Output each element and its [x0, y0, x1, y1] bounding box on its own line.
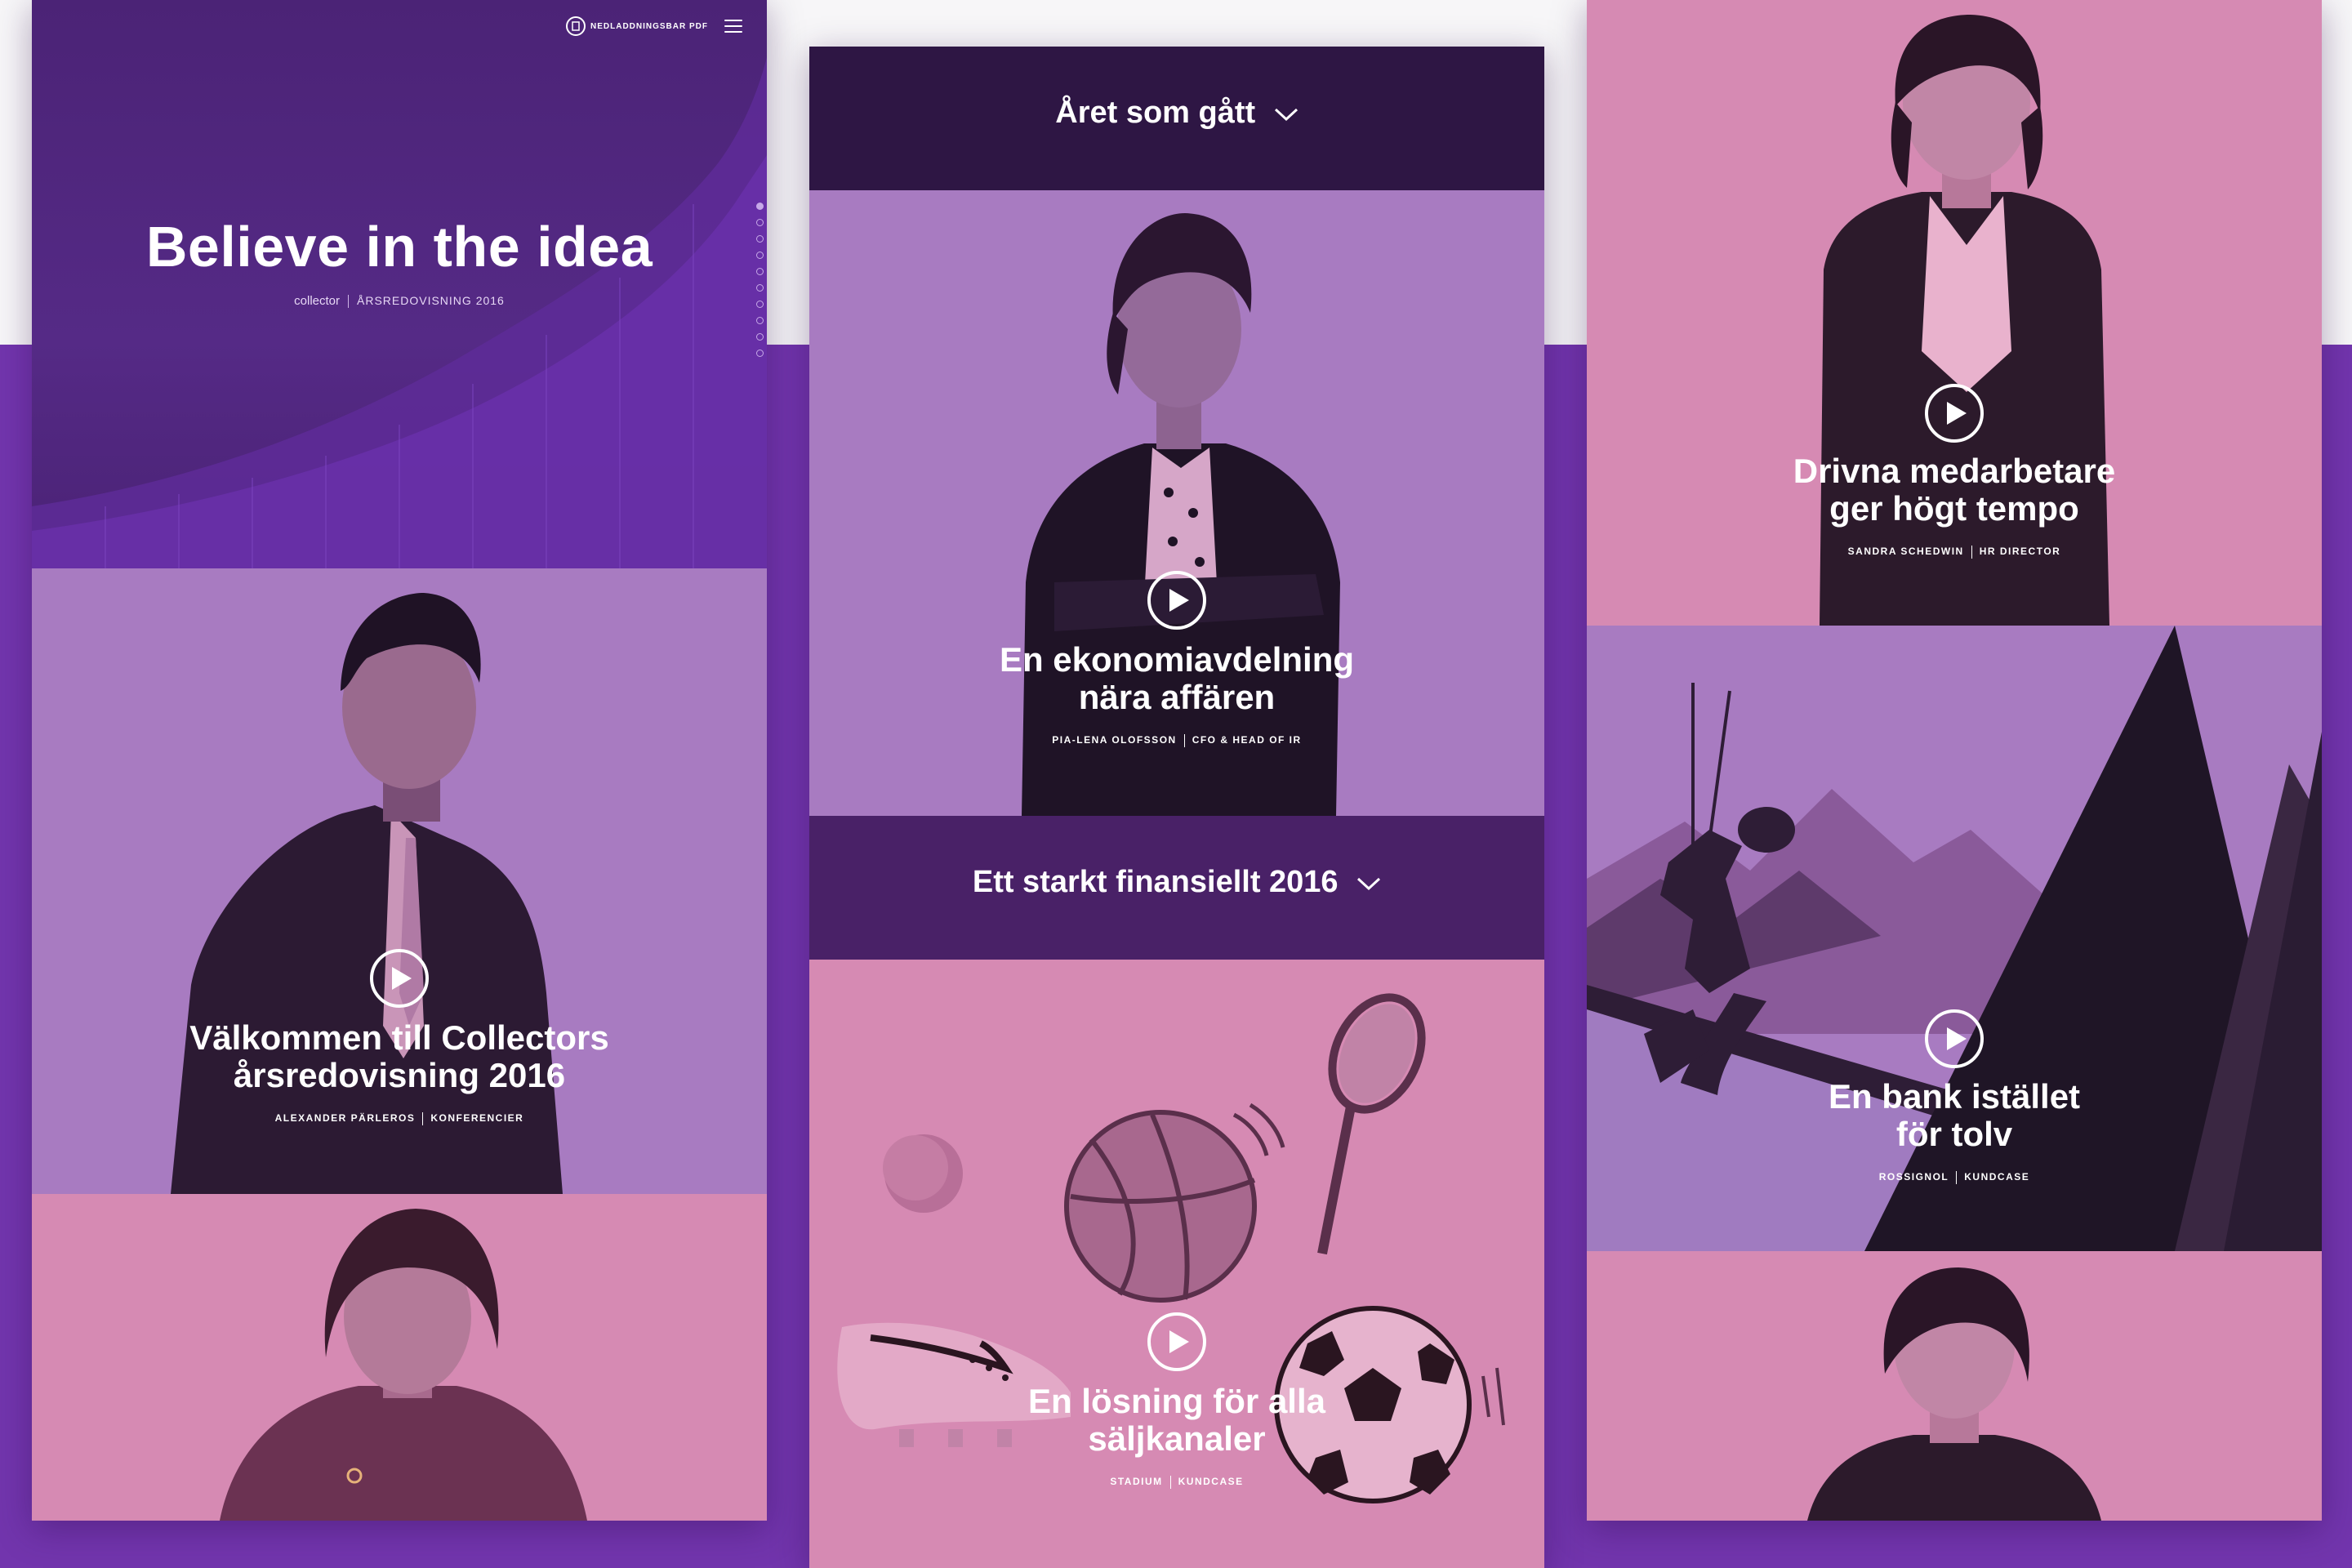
hamburger-menu-icon[interactable]: [724, 20, 742, 33]
video-title-line: säljkanaler: [1088, 1419, 1266, 1458]
person-role: KUNDCASE: [1178, 1476, 1244, 1488]
mobile-screen-3: Drivna medarbetare ger högt tempo SANDRA…: [1587, 0, 2322, 1521]
person-portrait: [171, 593, 563, 1194]
person-portrait: [1022, 213, 1340, 816]
person-name: PIA-LENA OLOFSSON: [1052, 734, 1177, 746]
nav-dot[interactable]: [756, 219, 764, 226]
subtitle-text: ÅRSREDOVISNING 2016: [357, 294, 505, 307]
nav-dot[interactable]: [756, 317, 764, 324]
play-button[interactable]: [1925, 384, 1984, 443]
video-title-line: ger högt tempo: [1829, 489, 2079, 528]
nav-dot[interactable]: [756, 252, 764, 259]
section-title[interactable]: Ett starkt finansiellt 2016: [809, 865, 1544, 900]
chevron-down-icon: [1357, 877, 1381, 891]
video-card-hr[interactable]: Drivna medarbetare ger högt tempo SANDRA…: [1587, 0, 2322, 626]
video-title: En bank istället för tolv: [1587, 1078, 2322, 1153]
video-card-sales-channels[interactable]: En lösning för alla säljkanaler STADIUM K…: [809, 960, 1544, 1568]
video-caption: STADIUM KUNDCASE: [809, 1476, 1544, 1489]
video-title-line: Drivna medarbetare: [1793, 452, 2116, 490]
play-button[interactable]: [1925, 1009, 1984, 1068]
person-name: SANDRA SCHEDWIN: [1847, 546, 1964, 558]
document-icon: [566, 16, 586, 36]
play-icon: [1946, 402, 1967, 425]
person-role: HR DIRECTOR: [1979, 546, 2061, 558]
nav-dot[interactable]: [756, 284, 764, 292]
section-header-finance[interactable]: Ett starkt finansiellt 2016: [809, 816, 1544, 960]
video-title-line: En ekonomiavdelning: [999, 640, 1355, 679]
mobile-screen-2: Året som gått En ekonomiavdelning nära a…: [809, 47, 1544, 1568]
nav-dot[interactable]: [756, 333, 764, 341]
video-title: Drivna medarbetare ger högt tempo: [1587, 452, 2322, 528]
section-title-text: Året som gått: [1055, 96, 1256, 130]
video-card-portrait-preview[interactable]: [32, 1194, 767, 1521]
nav-dot[interactable]: [756, 301, 764, 308]
play-button[interactable]: [1147, 1312, 1206, 1371]
play-icon: [1946, 1027, 1967, 1050]
video-caption: ALEXANDER PÄRLEROS KONFERENCIER: [32, 1112, 767, 1125]
person-role: KONFERENCIER: [430, 1112, 524, 1125]
video-card-bank[interactable]: En bank istället för tolv ROSSIGNOL KUNDC…: [1587, 626, 2322, 1251]
nav-dot[interactable]: [756, 203, 764, 210]
person-portrait: [1807, 1267, 2101, 1521]
brand-logo: collector: [294, 294, 340, 308]
chevron-down-icon: [1274, 108, 1298, 122]
download-pdf-button[interactable]: NEDLADDNINGSBAR PDF: [566, 16, 708, 36]
section-header-year[interactable]: Året som gått: [809, 47, 1544, 190]
play-icon: [1169, 1330, 1189, 1353]
nav-dot[interactable]: [756, 235, 764, 243]
video-title: Välkommen till Collectors årsredovisning…: [32, 1019, 767, 1094]
person-role: KUNDCASE: [1964, 1171, 2030, 1183]
video-title: En ekonomiavdelning nära affären: [809, 641, 1544, 716]
person-name: ALEXANDER PÄRLEROS: [274, 1112, 416, 1125]
person-portrait: [220, 1209, 587, 1521]
play-button[interactable]: [370, 949, 429, 1008]
video-card-welcome[interactable]: Välkommen till Collectors årsredovisning…: [32, 568, 767, 1194]
skier-illustration: [1587, 626, 2322, 1251]
section-title[interactable]: Året som gått: [809, 96, 1544, 131]
download-pdf-label: NEDLADDNINGSBAR PDF: [590, 21, 708, 31]
person-portrait: [1820, 15, 2109, 626]
video-card-portrait-preview[interactable]: [1587, 1251, 2322, 1521]
video-title-line: nära affären: [1078, 678, 1276, 716]
play-button[interactable]: [1147, 571, 1206, 630]
hero-section: NEDLADDNINGSBAR PDF Believe in the idea …: [32, 0, 767, 568]
video-caption: PIA-LENA OLOFSSON CFO & HEAD OF IR: [809, 734, 1544, 747]
nav-dot[interactable]: [756, 268, 764, 275]
play-icon: [1169, 589, 1189, 612]
section-dots-nav: [756, 203, 764, 357]
play-icon: [391, 967, 412, 990]
person-role: CFO & HEAD OF IR: [1192, 734, 1302, 746]
video-title-line: Välkommen till Collectors: [189, 1018, 609, 1057]
video-title-line: En bank istället: [1828, 1077, 2081, 1116]
video-card-finance[interactable]: En ekonomiavdelning nära affären PIA-LEN…: [809, 190, 1544, 816]
video-title: En lösning för alla säljkanaler: [809, 1383, 1544, 1458]
video-caption: ROSSIGNOL KUNDCASE: [1587, 1171, 2322, 1184]
page-title: Believe in the idea: [145, 215, 653, 278]
nav-dot[interactable]: [756, 350, 764, 357]
video-caption: SANDRA SCHEDWIN HR DIRECTOR: [1587, 546, 2322, 559]
mobile-screen-1: NEDLADDNINGSBAR PDF Believe in the idea …: [32, 0, 767, 1521]
video-title-line: En lösning för alla: [1027, 1382, 1326, 1420]
hero-subtitle: collector ÅRSREDOVISNING 2016: [32, 294, 767, 309]
person-name: STADIUM: [1110, 1476, 1163, 1488]
person-name: ROSSIGNOL: [1878, 1171, 1949, 1183]
video-title-line: för tolv: [1895, 1115, 2013, 1153]
section-title-text: Ett starkt finansiellt 2016: [972, 865, 1339, 899]
growth-chart-graphic: [32, 57, 767, 568]
video-title-line: årsredovisning 2016: [233, 1056, 566, 1094]
